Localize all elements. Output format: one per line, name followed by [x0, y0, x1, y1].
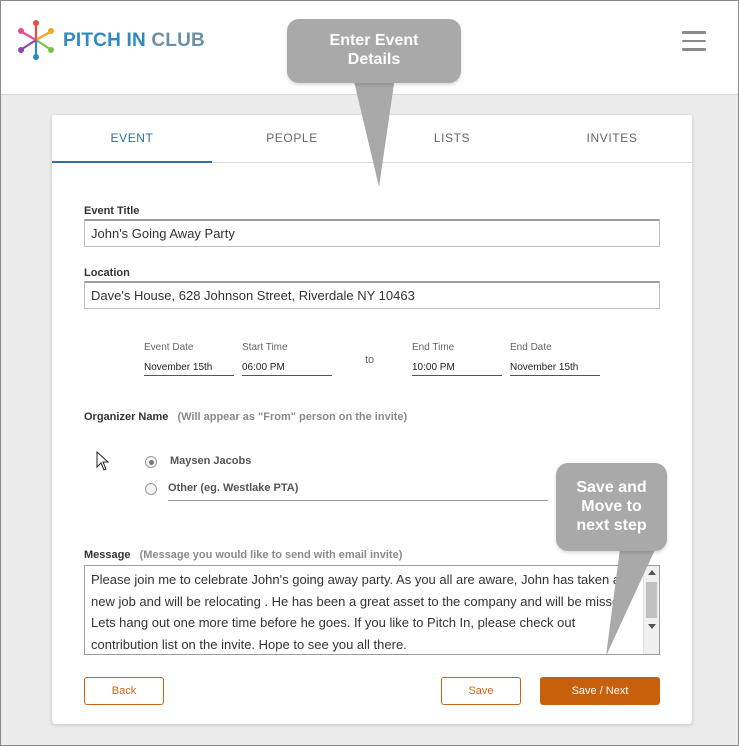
callout-enter-event-details: Enter Event Details — [287, 19, 461, 83]
logo-text[interactable]: PITCH IN CLUB — [63, 30, 205, 52]
callout-pointer-event — [353, 77, 395, 187]
location-input[interactable]: Dave's House, 628 Johnson Street, Riverd… — [84, 281, 660, 309]
message-label: Message (Message you would like to send … — [84, 549, 402, 561]
end-time-input[interactable]: 10:00 PM — [412, 361, 502, 376]
save-button[interactable]: Save — [441, 677, 521, 705]
location-label: Location — [84, 267, 130, 279]
event-form-card: EVENT PEOPLE LISTS INVITES Event Title J… — [52, 115, 692, 724]
organizer-other-input[interactable]: Other (eg. Westlake PTA) — [168, 482, 548, 501]
start-time-label: Start Time — [242, 342, 288, 353]
end-date-input[interactable]: November 15th — [510, 361, 600, 376]
back-button[interactable]: Back — [84, 677, 164, 705]
hamburger-menu-icon[interactable] — [682, 31, 706, 51]
organizer-label-text: Organizer Name — [84, 411, 169, 423]
callout-save-move-text: Save and Move to next step — [576, 479, 647, 534]
mouse-cursor-icon — [96, 451, 110, 471]
end-time-label: End Time — [412, 342, 455, 353]
message-label-text: Message — [84, 549, 131, 561]
tab-event[interactable]: EVENT — [52, 115, 212, 163]
logo-text-pitch-in: PITCH IN — [63, 30, 146, 51]
tab-invites[interactable]: INVITES — [532, 115, 692, 163]
organizer-radio-other[interactable] — [145, 483, 157, 495]
organizer-label: Organizer Name (Will appear as "From" pe… — [84, 411, 407, 423]
event-title-label: Event Title — [84, 205, 140, 217]
organizer-option-maysen-label: Maysen Jacobs — [170, 455, 252, 467]
event-title-input[interactable]: John's Going Away Party — [84, 219, 660, 247]
event-date-input[interactable]: November 15th — [144, 361, 234, 376]
message-text: Please join me to celebrate John's going… — [91, 572, 631, 652]
message-textarea[interactable]: Please join me to celebrate John's going… — [84, 565, 660, 655]
to-label: to — [365, 354, 375, 366]
organizer-hint: (Will appear as "From" person on the inv… — [177, 411, 408, 423]
event-date-label: Event Date — [144, 342, 194, 353]
organizer-radio-maysen[interactable] — [145, 456, 157, 468]
save-next-button[interactable]: Save / Next — [540, 677, 660, 705]
message-hint: (Message you would like to send with ema… — [139, 549, 403, 561]
callout-pointer-save — [606, 541, 659, 656]
end-date-label: End Date — [510, 342, 552, 353]
callout-save-and-move: Save and Move to next step — [556, 463, 667, 551]
start-time-input[interactable]: 06:00 PM — [242, 361, 332, 376]
callout-enter-event-text: Enter Event Details — [329, 32, 419, 68]
pitch-in-club-logo-icon — [18, 20, 54, 60]
logo-text-club: CLUB — [151, 30, 205, 51]
